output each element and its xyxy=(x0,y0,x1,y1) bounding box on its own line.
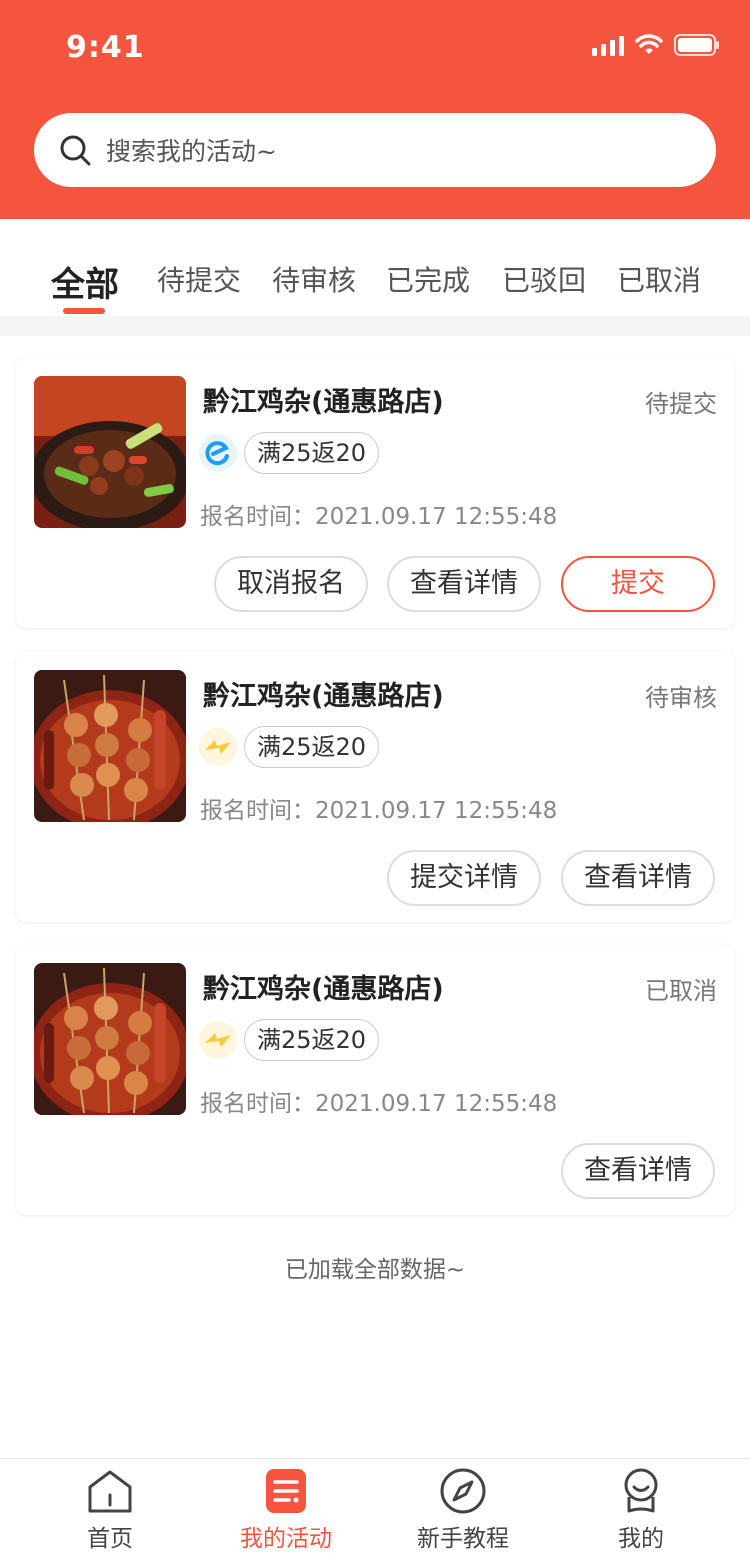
tab-pending-submit[interactable]: 待提交 xyxy=(157,259,241,299)
view-details-button[interactable]: 查看详情 xyxy=(387,556,541,612)
submission-details-button[interactable]: 提交详情 xyxy=(387,850,541,906)
signup-time: 报名时间：2021.09.17 12:55:48 xyxy=(200,798,558,824)
view-details-button[interactable]: 查看详情 xyxy=(561,850,715,906)
shop-image xyxy=(34,670,186,822)
shop-name: 黔江鸡杂(通惠路店) xyxy=(203,387,444,418)
tab-all[interactable]: 全部 xyxy=(51,257,119,306)
meituan-icon xyxy=(199,728,237,766)
promo-tag: 满25返20 xyxy=(244,726,380,768)
tab-pending-review[interactable]: 待审核 xyxy=(272,259,356,299)
activity-card[interactable]: 黔江鸡杂(通惠路店) 已取消 满25返20 报名时间：2021.09.17 12… xyxy=(16,945,734,1215)
activity-list-icon xyxy=(266,1469,306,1513)
home-icon xyxy=(88,1470,132,1513)
shop-name: 黔江鸡杂(通惠路店) xyxy=(203,681,444,712)
submit-button[interactable]: 提交 xyxy=(561,556,715,612)
header: 9:41 搜索我的活动~ xyxy=(0,0,750,219)
tabbar-my-activities[interactable]: 我的活动 xyxy=(196,1459,376,1556)
status-icons xyxy=(592,34,720,56)
search-icon xyxy=(60,135,91,166)
compass-icon xyxy=(440,1468,486,1514)
bottom-tabbar: 首页 我的活动 新手教程 我的 xyxy=(0,1458,750,1556)
shop-image xyxy=(34,963,186,1115)
status-time: 9:41 xyxy=(66,30,145,65)
search-bar[interactable]: 搜索我的活动~ xyxy=(34,113,716,187)
shop-image xyxy=(34,376,186,528)
activity-card[interactable]: 黔江鸡杂(通惠路店) 待审核 满25返20 报名时间：2021.09.17 12… xyxy=(16,652,734,922)
status-label: 待提交 xyxy=(645,390,717,418)
status-tabs: 全部 待提交 待审核 已完成 已驳回 已取消 xyxy=(0,219,750,316)
tabbar-home[interactable]: 首页 xyxy=(20,1459,200,1556)
activity-card[interactable]: 黔江鸡杂(通惠路店) 待提交 满25返20 报名时间：2021.09.17 12… xyxy=(16,358,734,628)
tab-completed[interactable]: 已完成 xyxy=(386,259,470,299)
tab-rejected[interactable]: 已驳回 xyxy=(502,259,586,299)
promo-tag: 满25返20 xyxy=(244,1019,380,1061)
tab-cancelled[interactable]: 已取消 xyxy=(617,259,701,299)
end-of-list-text: 已加载全部数据~ xyxy=(284,1257,466,1283)
view-details-button[interactable]: 查看详情 xyxy=(561,1143,715,1199)
active-tab-indicator xyxy=(63,308,105,314)
tabbar-tutorial-label: 新手教程 xyxy=(417,1526,509,1552)
signup-time: 报名时间：2021.09.17 12:55:48 xyxy=(200,504,558,530)
tabbar-home-label: 首页 xyxy=(87,1526,133,1552)
signup-time: 报名时间：2021.09.17 12:55:48 xyxy=(200,1091,558,1117)
status-label: 待审核 xyxy=(645,684,717,712)
shop-name: 黔江鸡杂(通惠路店) xyxy=(203,974,444,1005)
tabbar-profile[interactable]: 我的 xyxy=(551,1459,731,1556)
battery-icon xyxy=(674,34,720,56)
tabbar-tutorial[interactable]: 新手教程 xyxy=(373,1459,553,1556)
search-placeholder: 搜索我的活动~ xyxy=(106,137,277,166)
activity-list: 黔江鸡杂(通惠路店) 待提交 满25返20 报名时间：2021.09.17 12… xyxy=(0,316,750,1458)
promo-tag: 满25返20 xyxy=(244,432,380,474)
status-label: 已取消 xyxy=(645,977,717,1005)
tabbar-profile-label: 我的 xyxy=(618,1526,664,1552)
cancel-signup-button[interactable]: 取消报名 xyxy=(214,556,368,612)
eleme-icon xyxy=(199,434,237,472)
tabbar-my-activities-label: 我的活动 xyxy=(240,1526,332,1552)
signal-icon xyxy=(592,34,624,56)
meituan-icon xyxy=(199,1021,237,1059)
profile-icon xyxy=(624,1468,658,1513)
wifi-icon xyxy=(634,34,664,56)
